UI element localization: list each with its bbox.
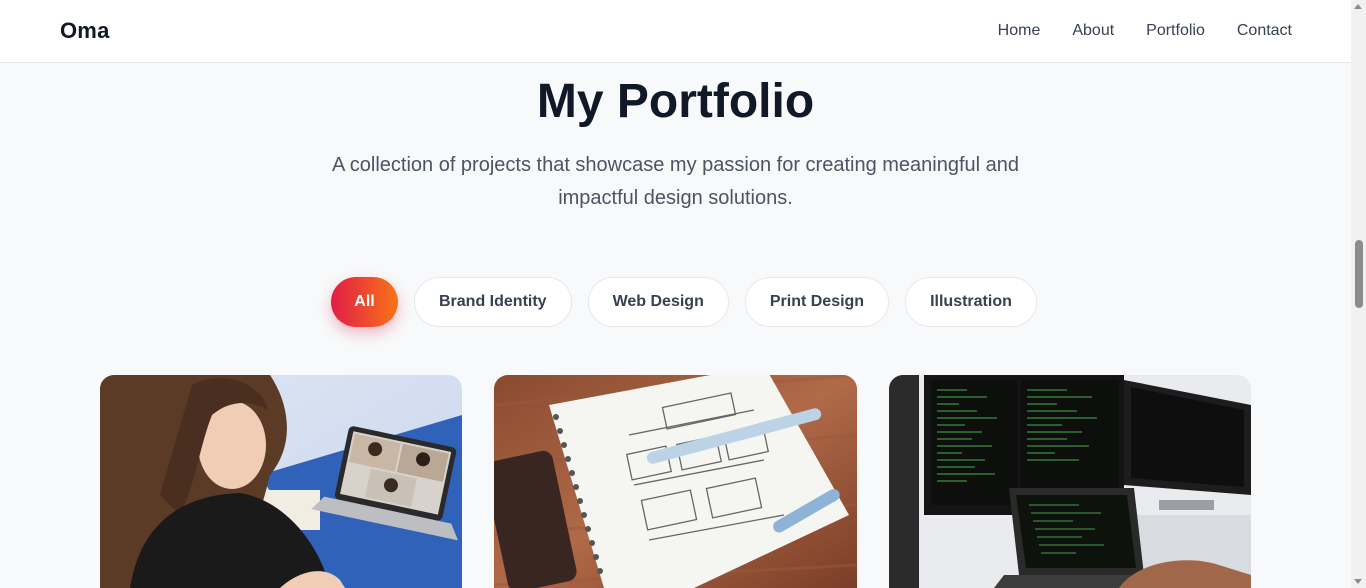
category-filters: All Brand Identity Web Design Print Desi… <box>331 277 1037 327</box>
nav-portfolio-link[interactable]: Portfolio <box>1146 22 1205 40</box>
woman-video-call-laptop-photo <box>100 375 462 588</box>
nav-about-link[interactable]: About <box>1072 22 1114 40</box>
main-nav: Home About Portfolio Contact <box>998 22 1292 40</box>
project-card[interactable] <box>889 375 1251 588</box>
nav-home-link[interactable]: Home <box>998 22 1041 40</box>
code-monitors-laptop-photo <box>889 375 1251 588</box>
wireframe-sketch-notebook-photo <box>494 375 857 588</box>
page-title: My Portfolio <box>536 75 815 128</box>
site-header: Oma Home About Portfolio Contact <box>0 0 1351 63</box>
filter-web-design-button[interactable]: Web Design <box>587 277 729 327</box>
scroll-up-arrow-icon[interactable] <box>1354 4 1362 9</box>
filter-print-design-button[interactable]: Print Design <box>744 277 890 327</box>
scrollbar-thumb[interactable] <box>1355 240 1363 308</box>
page-scrollbar[interactable] <box>1351 0 1366 588</box>
page-subtitle: A collection of projects that showcase m… <box>331 154 1020 209</box>
filter-illustration-button[interactable]: Illustration <box>905 277 1037 327</box>
project-card[interactable] <box>494 375 857 588</box>
filter-brand-identity-button[interactable]: Brand Identity <box>414 277 572 327</box>
filter-all-button[interactable]: All <box>331 277 398 327</box>
project-card[interactable] <box>100 375 462 588</box>
scroll-down-arrow-icon[interactable] <box>1354 579 1362 584</box>
nav-contact-link[interactable]: Contact <box>1237 22 1292 40</box>
site-logo[interactable]: Oma <box>60 18 110 44</box>
